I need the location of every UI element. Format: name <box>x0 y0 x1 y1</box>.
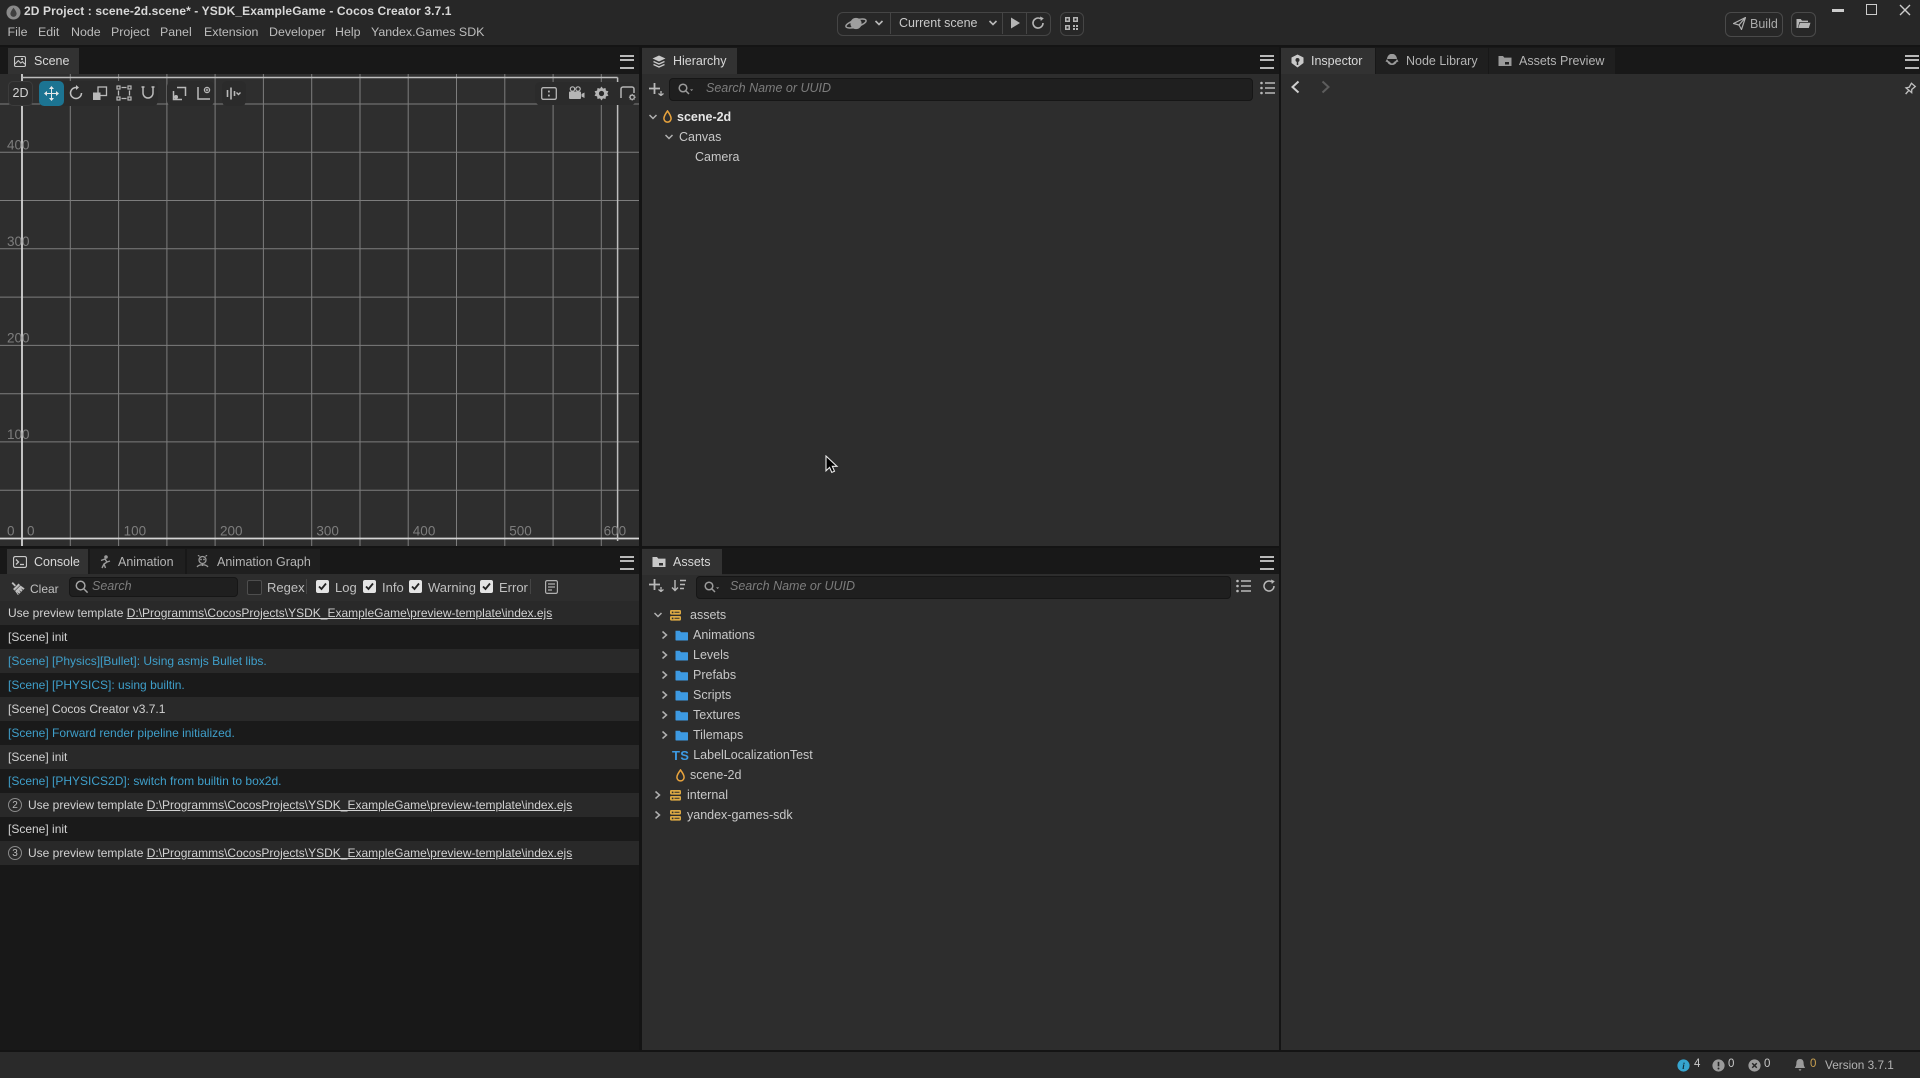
svg-text:100: 100 <box>7 427 30 442</box>
svg-text:200: 200 <box>7 330 30 345</box>
svg-text:600: 600 <box>604 524 627 539</box>
svg-text:400: 400 <box>413 524 436 539</box>
svg-text:300: 300 <box>316 524 339 539</box>
svg-text:200: 200 <box>220 524 243 539</box>
svg-text:400: 400 <box>7 137 30 152</box>
svg-text:300: 300 <box>7 234 30 249</box>
svg-text:0: 0 <box>7 524 15 539</box>
svg-text:0: 0 <box>27 524 35 539</box>
svg-text:100: 100 <box>124 524 147 539</box>
svg-text:500: 500 <box>509 524 532 539</box>
